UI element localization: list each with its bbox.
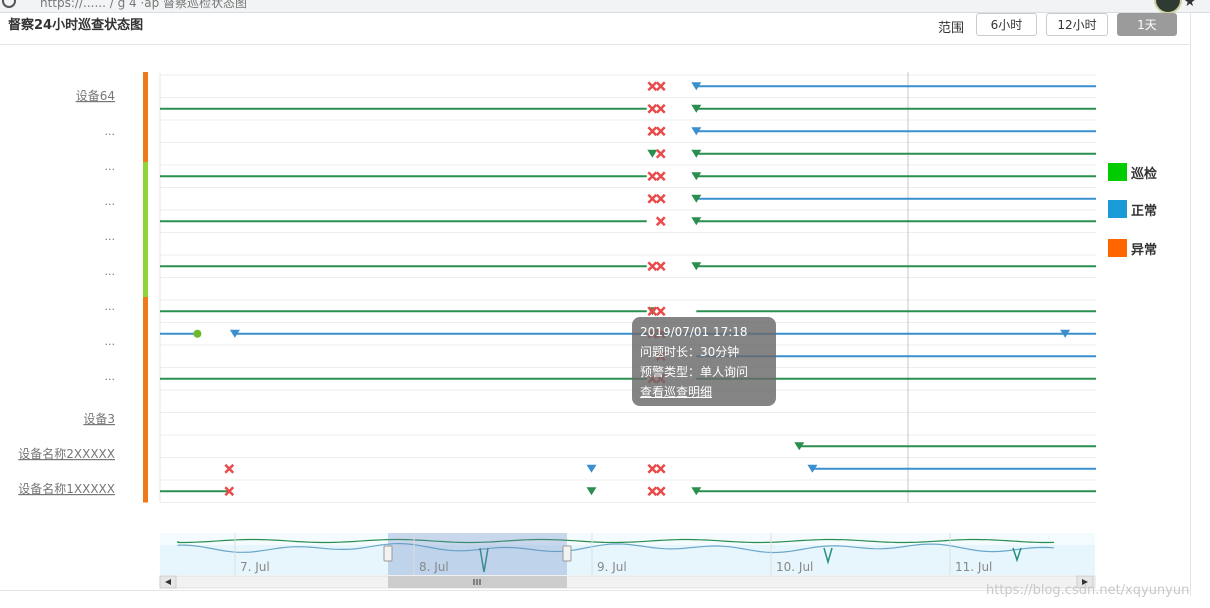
navigator-tick-label: 8. Jul — [419, 560, 449, 574]
abnormal-marker — [655, 306, 666, 317]
abnormal-marker — [655, 216, 666, 227]
timeline-chart: 设备64........................ 设备3 设备名称2XXXX… — [18, 72, 1096, 589]
legend-swatch-patrol — [1108, 163, 1127, 181]
abnormal-marker — [647, 126, 658, 137]
navigator-handle — [562, 545, 572, 562]
device-label[interactable]: 设备名称1XXXXX — [18, 481, 115, 496]
patrol-dot-marker — [193, 329, 202, 338]
device-label: ... — [105, 160, 116, 173]
abnormal-marker — [647, 81, 658, 92]
group-bar — [143, 162, 148, 297]
navigator-selection — [388, 533, 567, 575]
legend-label-patrol: 巡检 — [1131, 167, 1158, 182]
navigator-tick-label: 11. Jul — [955, 560, 992, 574]
abnormal-marker — [655, 193, 666, 204]
navigator-handle — [383, 545, 393, 562]
tooltip-detail-link[interactable]: 查看巡查明细 — [640, 382, 768, 402]
tooltip: 2019/07/01 17:18 问题时长：30分钟 预警类型：单人询问 查看巡… — [632, 317, 776, 406]
abnormal-marker — [647, 463, 658, 474]
tooltip-time: 2019/07/01 17:18 — [640, 325, 748, 339]
watermark: https://blog.csdn.net/xqyunyun — [986, 583, 1190, 598]
abnormal-marker — [655, 261, 666, 272]
navigator-tick-label: 9. Jul — [597, 560, 627, 574]
status-marker — [647, 149, 658, 158]
navigator-tick-label: 7. Jul — [240, 560, 270, 574]
abnormal-marker — [655, 486, 666, 497]
legend-label-normal: 正常 — [1131, 204, 1158, 219]
group-bar — [143, 72, 148, 162]
abnormal-marker — [647, 193, 658, 204]
tooltip-duration: 问题时长：30分钟 — [640, 345, 740, 359]
legend-swatch-normal — [1108, 200, 1127, 218]
device-label: ... — [105, 230, 116, 243]
abnormal-marker — [655, 171, 666, 182]
abnormal-marker — [655, 126, 666, 137]
tooltip-alert-type: 预警类型：单人询问 — [640, 365, 749, 379]
abnormal-marker — [647, 486, 658, 497]
abnormal-marker — [655, 103, 666, 114]
abnormal-marker — [655, 463, 666, 474]
device-label: ... — [105, 300, 116, 313]
device-label: ... — [105, 195, 116, 208]
navigator-scrollbar-track — [159, 575, 1096, 589]
abnormal-marker — [224, 463, 235, 474]
abnormal-marker — [647, 171, 658, 182]
status-marker — [586, 464, 597, 473]
device-label[interactable]: 设备3 — [83, 412, 115, 426]
legend-swatch-abnormal — [1108, 239, 1127, 257]
device-label[interactable]: 设备64 — [76, 89, 115, 103]
device-label[interactable]: 设备名称2XXXXX — [18, 446, 115, 461]
abnormal-marker — [647, 103, 658, 114]
device-label: ... — [105, 335, 116, 348]
device-label: ... — [105, 265, 116, 278]
device-label: ... — [105, 370, 116, 383]
status-marker — [586, 487, 597, 496]
abnormal-marker — [655, 81, 666, 92]
abnormal-marker — [655, 148, 666, 159]
abnormal-marker — [647, 261, 658, 272]
group-bar — [143, 297, 148, 503]
navigator-tick-label: 10. Jul — [776, 560, 813, 574]
device-label: ... — [105, 125, 116, 138]
legend-label-abnormal: 异常 — [1131, 243, 1158, 258]
